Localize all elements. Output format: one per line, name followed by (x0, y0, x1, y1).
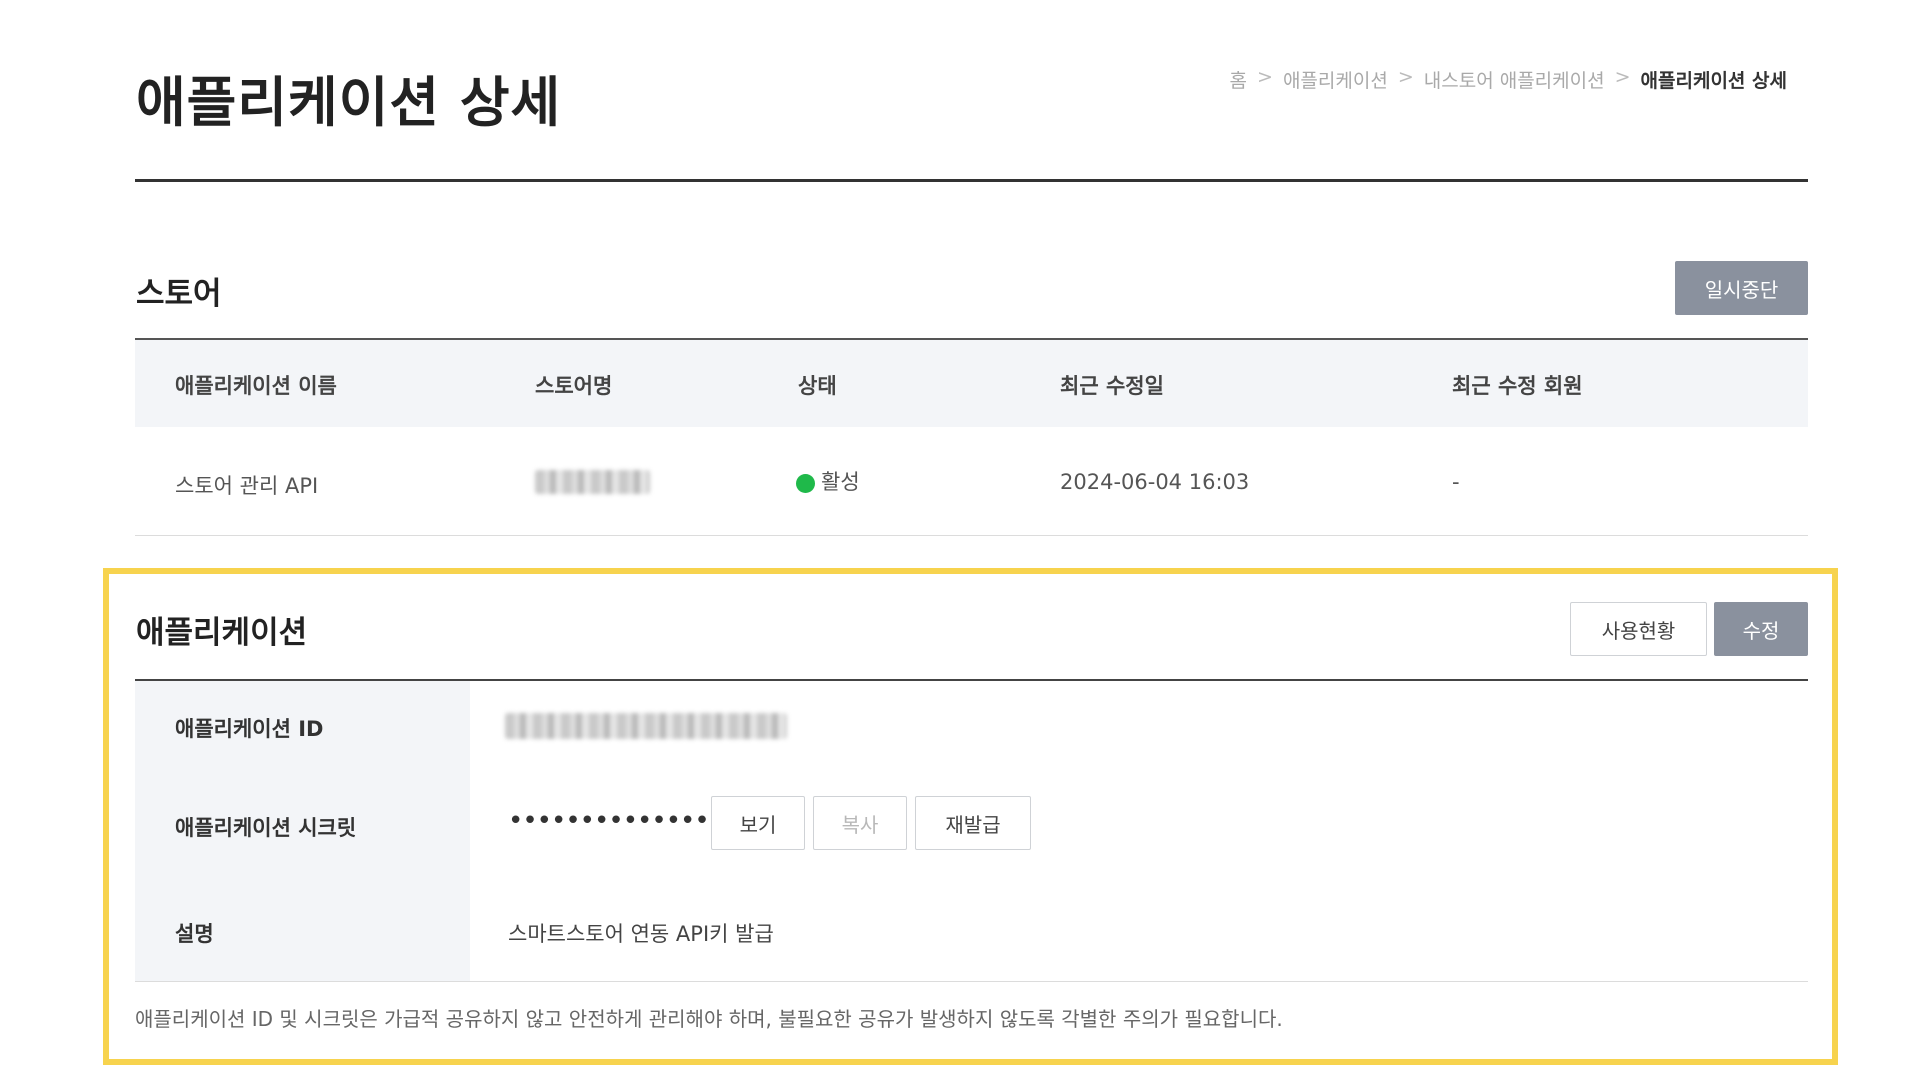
store-row-divider (135, 535, 1808, 536)
store-section-title: 스토어 (136, 276, 222, 312)
status-active-icon (796, 473, 815, 493)
column-status: 상태 (798, 374, 837, 398)
column-store-name: 스토어명 (535, 374, 613, 398)
cell-modified-at: 2024-06-04 16:03 (1060, 470, 1250, 494)
breadcrumb-separator: > (1397, 66, 1414, 88)
edit-button[interactable]: 수정 (1714, 602, 1808, 656)
breadcrumb: 홈 > 애플리케이션 > 내스토어 애플리케이션 > 애플리케이션 상세 (1230, 66, 1787, 93)
cell-app-name: 스토어 관리 API (175, 474, 319, 498)
column-modified-at: 최근 수정일 (1060, 374, 1164, 398)
pause-button[interactable]: 일시중단 (1675, 261, 1808, 315)
breadcrumb-applications[interactable]: 애플리케이션 (1283, 66, 1388, 93)
copy-secret-button[interactable]: 복사 (813, 796, 907, 850)
breadcrumb-home[interactable]: 홈 (1230, 66, 1247, 93)
reissue-secret-button[interactable]: 재발급 (915, 796, 1031, 850)
app-secret-masked: •••••••••••••• (508, 806, 710, 836)
app-table-bottom-rule (135, 981, 1808, 982)
usage-button[interactable]: 사용현황 (1570, 602, 1707, 656)
title-divider (135, 179, 1808, 182)
breadcrumb-separator: > (1614, 66, 1631, 88)
app-secret-label: 애플리케이션 시크릿 (175, 816, 357, 840)
cell-modified-by: - (1452, 470, 1460, 494)
column-modified-by: 최근 수정 회원 (1452, 374, 1583, 398)
app-id-label: 애플리케이션 ID (175, 717, 324, 741)
breadcrumb-current: 애플리케이션 상세 (1640, 70, 1787, 92)
breadcrumb-separator: > (1257, 66, 1273, 88)
description-value: 스마트스토어 연동 API키 발급 (508, 922, 774, 946)
status-label: 활성 (821, 470, 860, 494)
cell-status: 활성 (796, 466, 860, 496)
breadcrumb-my-store-applications[interactable]: 내스토어 애플리케이션 (1424, 66, 1605, 93)
description-label: 설명 (175, 922, 214, 946)
column-app-name: 애플리케이션 이름 (175, 374, 337, 398)
store-name-redacted (535, 470, 650, 494)
security-notice: 애플리케이션 ID 및 시크릿은 가급적 공유하지 않고 안전하게 관리해야 하… (135, 1007, 1283, 1031)
app-id-redacted (505, 713, 787, 739)
view-secret-button[interactable]: 보기 (711, 796, 805, 850)
app-section-title: 애플리케이션 (136, 615, 308, 651)
page-title: 애플리케이션 상세 (136, 71, 562, 134)
